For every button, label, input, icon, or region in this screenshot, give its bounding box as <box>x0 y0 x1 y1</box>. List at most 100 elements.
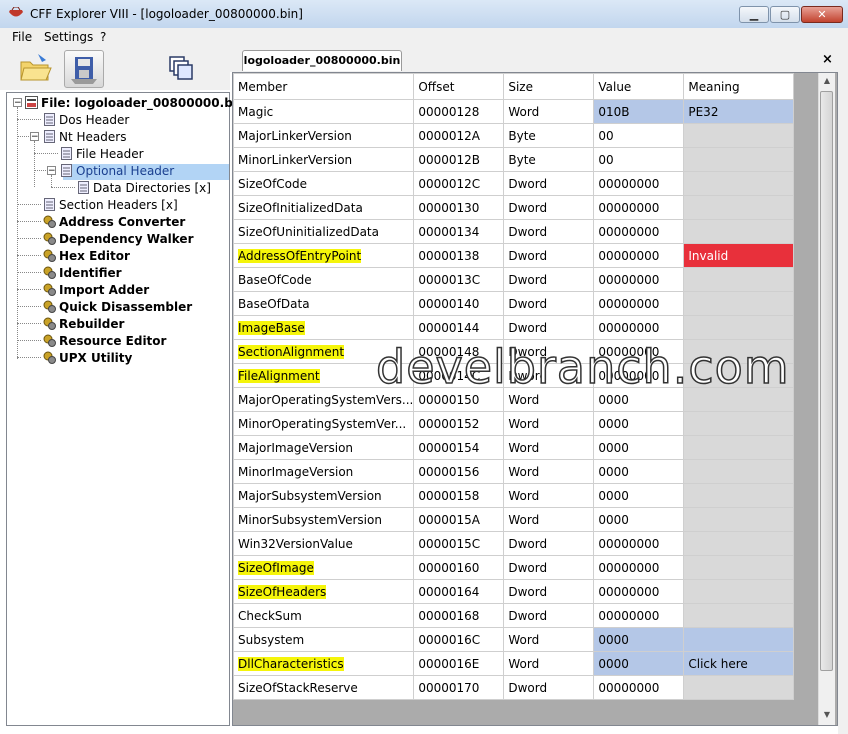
open-file-button[interactable] <box>16 50 54 86</box>
cell-value[interactable]: 0000 <box>593 483 685 508</box>
save-file-button[interactable] <box>64 50 104 88</box>
table-row[interactable]: MinorLinkerVersion 0000012B Byte 00 <box>233 147 795 172</box>
cell-value[interactable]: 00000000 <box>593 603 685 628</box>
windows-button[interactable] <box>162 50 200 86</box>
cell-meaning[interactable] <box>683 219 795 244</box>
vertical-scrollbar[interactable]: ▲ ▼ <box>818 73 835 725</box>
cell-meaning[interactable] <box>683 555 795 580</box>
cell-meaning[interactable] <box>683 507 795 532</box>
cell-value[interactable]: 00 <box>593 147 685 172</box>
cell-meaning[interactable]: Invalid <box>683 243 795 268</box>
table-row[interactable]: SizeOfStackReserve 00000170 Dword 00000000 <box>233 675 795 700</box>
tree-item-dependency-walker[interactable]: Dependency Walker <box>43 231 194 247</box>
column-header-offset[interactable]: Offset <box>413 73 505 100</box>
cell-meaning[interactable] <box>683 675 795 700</box>
cell-value[interactable]: 00000000 <box>593 195 685 220</box>
column-header-size[interactable]: Size <box>503 73 595 100</box>
close-button[interactable]: ✕ <box>801 6 843 23</box>
table-row[interactable]: CheckSum 00000168 Dword 00000000 <box>233 603 795 628</box>
cell-meaning[interactable] <box>683 483 795 508</box>
cell-meaning[interactable] <box>683 123 795 148</box>
tree-item-section-headers[interactable]: Section Headers [x] <box>43 197 178 213</box>
menu-settings[interactable]: Settings <box>44 30 93 44</box>
tree-item-import-adder[interactable]: Import Adder <box>43 282 149 298</box>
table-row[interactable]: DllCharacteristics 0000016E Word 0000 Click … <box>233 651 795 676</box>
tree-item-upx-utility[interactable]: UPX Utility <box>43 350 132 366</box>
tree-item-file-header[interactable]: File Header <box>60 146 144 162</box>
minimize-button[interactable]: ▁ <box>739 6 769 23</box>
cell-meaning[interactable] <box>683 291 795 316</box>
cell-meaning[interactable]: Click here <box>683 651 795 676</box>
cell-meaning[interactable] <box>683 195 795 220</box>
collapse-optional-header-toggle[interactable]: − <box>47 166 56 176</box>
cell-meaning[interactable] <box>683 171 795 196</box>
tree-item-hex-editor[interactable]: Hex Editor <box>43 248 130 264</box>
scroll-up-icon[interactable]: ▲ <box>819 73 835 89</box>
tree-item-resource-editor[interactable]: Resource Editor <box>43 333 166 349</box>
tree-item-optional-header[interactable]: Optional Header <box>60 163 174 179</box>
table-row[interactable]: AddressOfEntryPoint 00000138 Dword 00000000… <box>233 243 795 268</box>
tab-logoloader[interactable]: logoloader_00800000.bin <box>242 50 402 71</box>
collapse-root-toggle[interactable]: − <box>13 98 22 108</box>
tree-item-rebuilder[interactable]: Rebuilder <box>43 316 124 332</box>
cell-meaning[interactable] <box>683 603 795 628</box>
cell-value[interactable]: 0000 <box>593 411 685 436</box>
scroll-thumb[interactable] <box>820 91 833 671</box>
column-header-member[interactable]: Member <box>233 73 415 100</box>
cell-meaning[interactable] <box>683 627 795 652</box>
tree-item-nt-headers[interactable]: Nt Headers <box>43 129 126 145</box>
cell-value[interactable]: 00 <box>593 123 685 148</box>
table-row[interactable]: SizeOfHeaders 00000164 Dword 00000000 <box>233 579 795 604</box>
cell-meaning[interactable] <box>683 147 795 172</box>
collapse-nt-headers-toggle[interactable]: − <box>30 132 39 142</box>
cell-value[interactable]: 0000 <box>593 627 685 652</box>
table-row[interactable]: BaseOfData 00000140 Dword 00000000 <box>233 291 795 316</box>
table-row[interactable]: MinorOperatingSystemVer... 00000152 Word 00… <box>233 411 795 436</box>
table-row[interactable]: SizeOfCode 0000012C Dword 00000000 <box>233 171 795 196</box>
cell-meaning[interactable]: PE32 <box>683 99 795 124</box>
table-row[interactable]: MajorSubsystemVersion 00000158 Word 0000 <box>233 483 795 508</box>
cell-value[interactable]: 0000 <box>593 651 685 676</box>
table-row[interactable]: SizeOfImage 00000160 Dword 00000000 <box>233 555 795 580</box>
table-row[interactable]: SizeOfUninitializedData 00000134 Dword 0000… <box>233 219 795 244</box>
cell-value[interactable]: 00000000 <box>593 315 685 340</box>
cell-meaning[interactable] <box>683 411 795 436</box>
cell-meaning[interactable] <box>683 459 795 484</box>
scroll-down-icon[interactable]: ▼ <box>819 707 835 723</box>
cell-meaning[interactable] <box>683 435 795 460</box>
table-row[interactable]: MajorLinkerVersion 0000012A Byte 00 <box>233 123 795 148</box>
cell-value[interactable]: 00000000 <box>593 291 685 316</box>
table-row[interactable]: ImageBase 00000144 Dword 00000000 <box>233 315 795 340</box>
cell-value[interactable]: 00000000 <box>593 531 685 556</box>
cell-value[interactable]: 00000000 <box>593 267 685 292</box>
tree-item-file-root[interactable]: File: logoloader_00800000.bin <box>25 95 245 111</box>
table-row[interactable]: Subsystem 0000016C Word 0000 <box>233 627 795 652</box>
maximize-button[interactable]: ▢ <box>770 6 800 23</box>
cell-value[interactable]: 00000000 <box>593 579 685 604</box>
table-row[interactable]: MinorSubsystemVersion 0000015A Word 0000 <box>233 507 795 532</box>
table-row[interactable]: Win32VersionValue 0000015C Dword 00000000 <box>233 531 795 556</box>
cell-value[interactable]: 010B <box>593 99 685 124</box>
tree-item-data-directories[interactable]: Data Directories [x] <box>77 180 211 196</box>
cell-value[interactable]: 00000000 <box>593 243 685 268</box>
cell-meaning[interactable] <box>683 315 795 340</box>
column-header-value[interactable]: Value <box>593 73 685 100</box>
tree-item-quick-disassembler[interactable]: Quick Disassembler <box>43 299 192 315</box>
cell-value[interactable]: 0000 <box>593 435 685 460</box>
cell-meaning[interactable] <box>683 531 795 556</box>
cell-value[interactable]: 00000000 <box>593 555 685 580</box>
column-header-meaning[interactable]: Meaning <box>683 73 795 100</box>
table-row[interactable]: MajorImageVersion 00000154 Word 0000 <box>233 435 795 460</box>
table-row[interactable]: SizeOfInitializedData 00000130 Dword 000000… <box>233 195 795 220</box>
tree-item-dos-header[interactable]: Dos Header <box>43 112 129 128</box>
cell-meaning[interactable] <box>683 267 795 292</box>
cell-value[interactable]: 00000000 <box>593 171 685 196</box>
cell-value[interactable]: 0000 <box>593 459 685 484</box>
table-row[interactable]: MinorImageVersion 00000156 Word 0000 <box>233 459 795 484</box>
tree-item-address-converter[interactable]: Address Converter <box>43 214 185 230</box>
close-tab-icon[interactable]: × <box>822 52 833 67</box>
menu-file[interactable]: File <box>12 30 32 44</box>
cell-meaning[interactable] <box>683 579 795 604</box>
table-row[interactable]: BaseOfCode 0000013C Dword 00000000 <box>233 267 795 292</box>
menu-help[interactable]: ? <box>100 30 106 44</box>
